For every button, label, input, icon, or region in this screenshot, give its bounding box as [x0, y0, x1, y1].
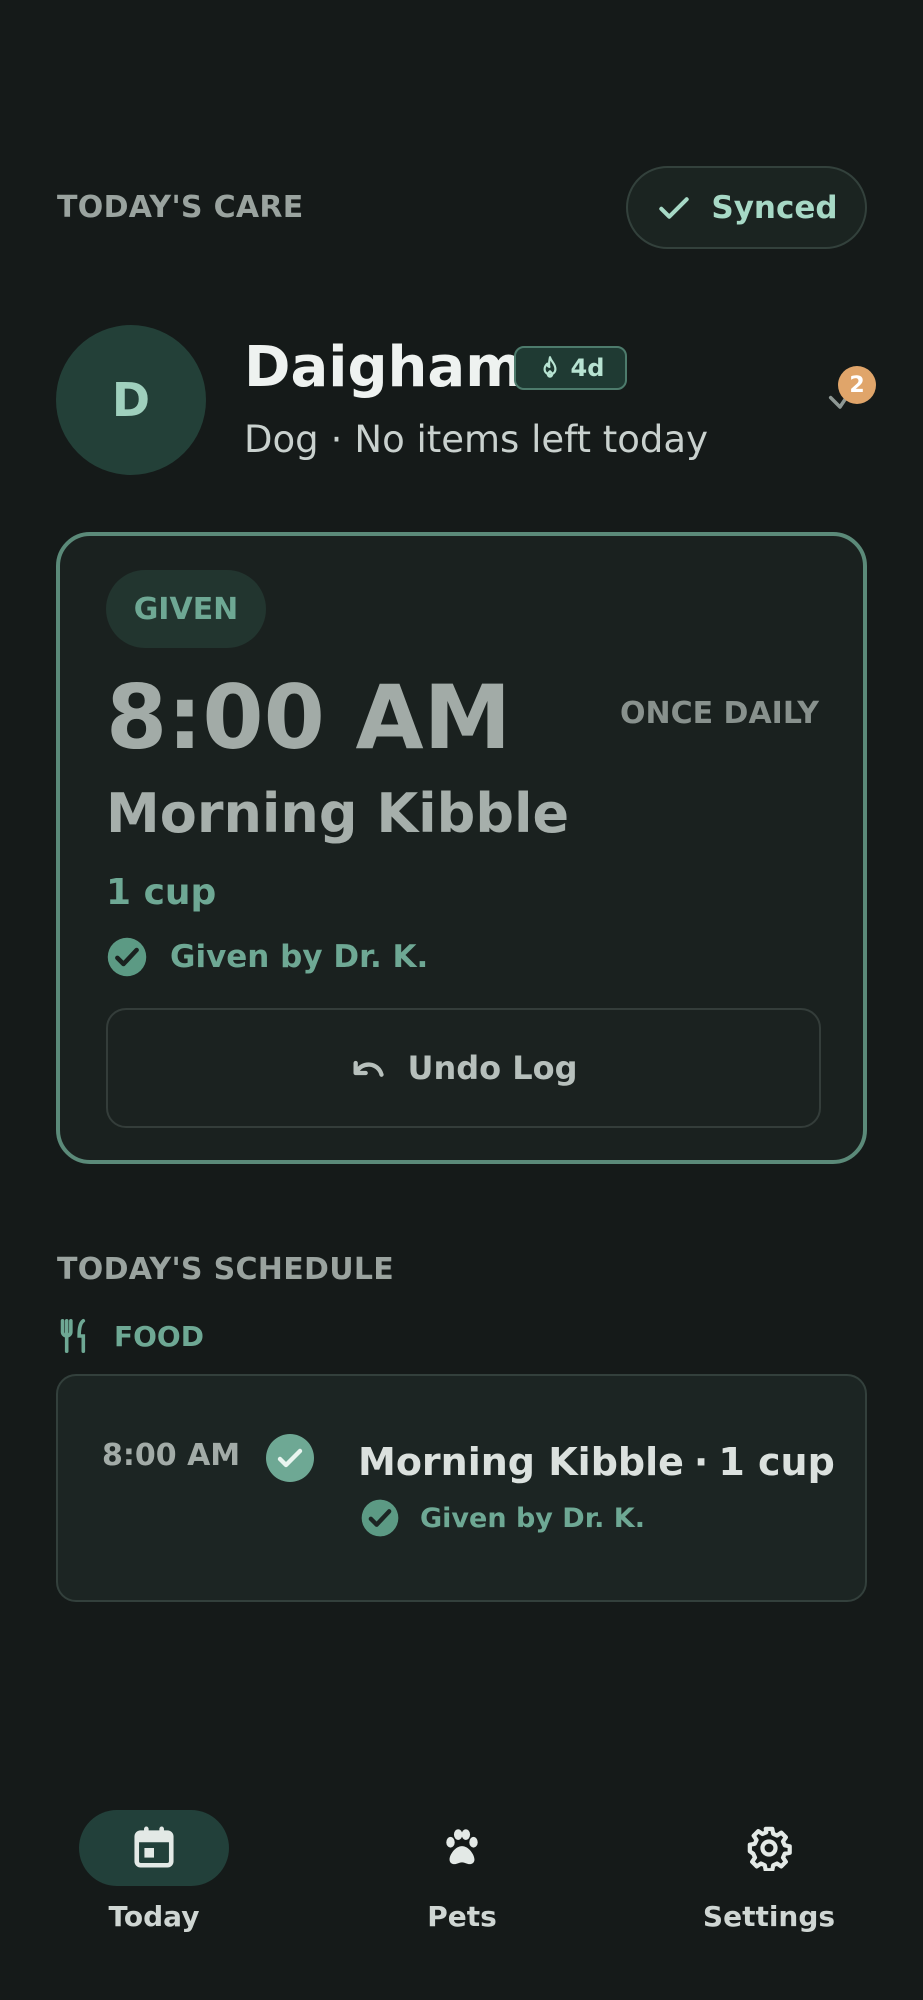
nav-label: Today — [108, 1900, 200, 1933]
check-circle-icon — [266, 1434, 314, 1482]
completed-items-button[interactable]: 2 — [816, 366, 876, 426]
nav-item-today[interactable]: Today — [54, 1810, 254, 1950]
flame-icon — [543, 356, 557, 378]
nav-item-pets[interactable]: Pets — [362, 1810, 562, 1950]
pet-species: Dog — [244, 418, 319, 461]
schedule-item-amount: 1 cup — [718, 1440, 835, 1484]
care-time: 8:00 AM — [106, 666, 512, 769]
schedule-title: Morning Kibble · 1 cup — [358, 1440, 835, 1484]
nav-item-settings[interactable]: Settings — [669, 1810, 869, 1950]
schedule-given-by-label: Given by Dr. K. — [420, 1502, 645, 1534]
current-care-card: GIVEN 8:00 AM ONCE DAILY Morning Kibble … — [56, 532, 867, 1164]
care-amount: 1 cup — [106, 872, 217, 913]
sync-status-label: Synced — [711, 189, 838, 226]
nav-icon-container — [694, 1810, 844, 1886]
separator-dot: · — [693, 1440, 709, 1484]
category-header: FOOD — [58, 1318, 204, 1354]
nav-label: Pets — [427, 1900, 497, 1933]
todays-schedule-heading: TODAY'S SCHEDULE — [57, 1252, 395, 1287]
count-badge: 2 — [838, 366, 876, 404]
pet-status: No items left today — [354, 418, 708, 461]
given-by-label: Given by Dr. K. — [170, 939, 429, 975]
sync-status-button[interactable]: Synced — [626, 166, 867, 249]
nav-label: Settings — [702, 1900, 836, 1933]
undo-icon — [353, 1060, 385, 1077]
category-label: FOOD — [114, 1319, 204, 1353]
schedule-item-name: Morning Kibble — [358, 1440, 684, 1484]
gear-icon — [747, 1826, 792, 1871]
schedule-time: 8:00 AM — [102, 1438, 241, 1473]
bottom-nav: Today Pets Settings — [0, 1790, 923, 2000]
schedule-given-by: Given by Dr. K. — [360, 1498, 645, 1538]
utensils-icon — [60, 1318, 86, 1354]
avatar-initial: D — [111, 373, 151, 427]
separator-dot: · — [330, 418, 343, 461]
pet-name: Daigham — [244, 335, 524, 400]
today-screen: TODAY'S CARE Synced D Daigham 4d Dog · No … — [0, 0, 923, 2000]
nav-icon-container — [387, 1810, 537, 1886]
undo-log-button[interactable]: Undo Log — [106, 1008, 821, 1128]
status-chip: GIVEN — [106, 570, 266, 648]
streak-badge: 4d — [514, 346, 627, 390]
todays-care-heading: TODAY'S CARE — [57, 190, 304, 225]
streak-value: 4d — [570, 354, 605, 382]
check-circle-icon — [361, 1499, 399, 1537]
paw-icon — [446, 1829, 478, 1865]
calendar-icon — [134, 1826, 174, 1868]
list-item[interactable]: 8:00 AM Morning Kibble · 1 cup Given by Dr… — [56, 1374, 867, 1602]
nav-indicator — [79, 1810, 229, 1886]
pet-avatar[interactable]: D — [56, 325, 206, 475]
pet-subtitle: Dog · No items left today — [244, 418, 708, 461]
given-by-row: Given by Dr. K. — [106, 936, 428, 978]
check-circle-icon — [107, 937, 147, 977]
care-frequency: ONCE DAILY — [619, 696, 819, 731]
care-title: Morning Kibble — [106, 782, 570, 845]
check-icon — [659, 196, 690, 219]
undo-log-label: Undo Log — [407, 1049, 578, 1087]
